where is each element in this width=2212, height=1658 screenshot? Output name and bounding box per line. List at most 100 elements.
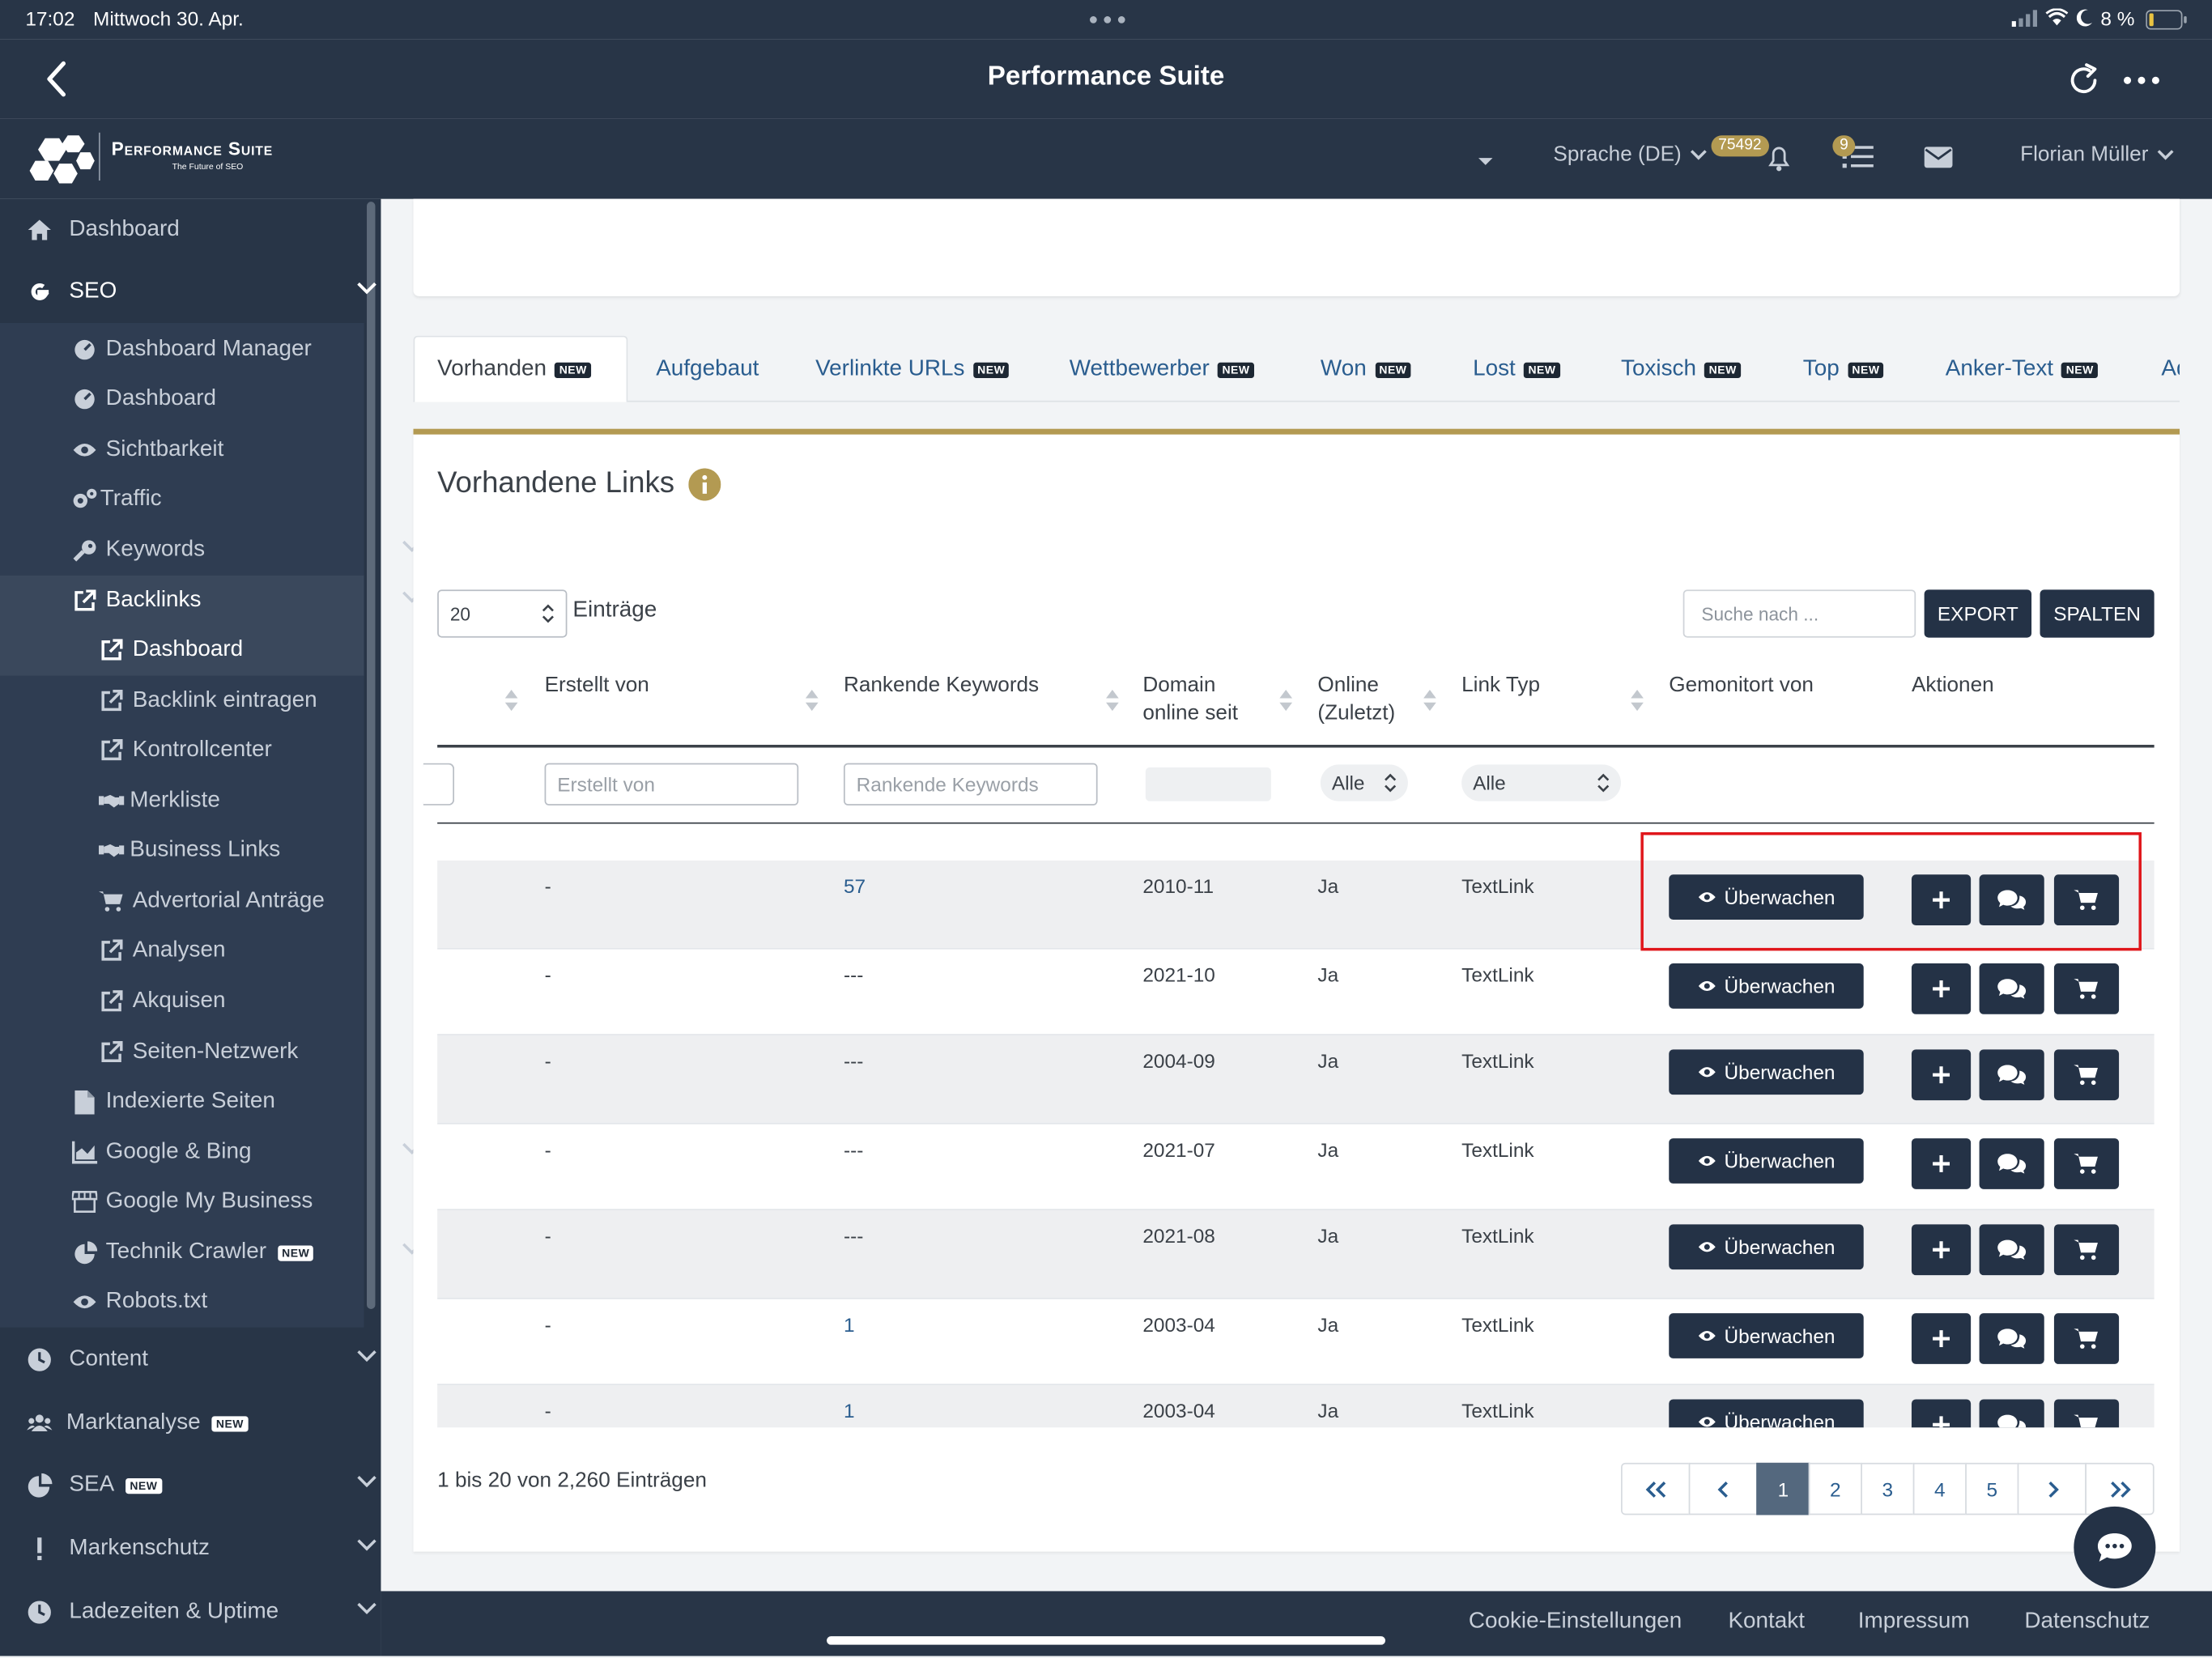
sidebar-item-visibility[interactable]: Sichtbarkeit xyxy=(0,424,436,475)
info-icon[interactable] xyxy=(688,468,721,501)
sort-icon[interactable] xyxy=(805,688,819,712)
prev-page-button[interactable] xyxy=(1688,1462,1759,1516)
first-page-button[interactable] xyxy=(1621,1462,1691,1516)
page-button-1[interactable]: 1 xyxy=(1756,1462,1810,1516)
tab-won[interactable]: Won NEW xyxy=(1321,338,1411,401)
cart-button[interactable] xyxy=(2053,1399,2120,1428)
cart-button[interactable] xyxy=(2053,1138,2120,1189)
reload-icon[interactable] xyxy=(2065,62,2102,99)
sidebar-item-backlinks-dashboard[interactable]: Dashboard xyxy=(0,625,463,676)
filter-rankende-keywords[interactable]: Rankende Keywords xyxy=(843,763,1098,806)
envelope-icon[interactable] xyxy=(1924,147,1953,168)
tab-aufgebaut[interactable]: Aufgebaut xyxy=(656,338,759,401)
sidebar-item-keywords[interactable]: Keywords xyxy=(0,525,436,576)
tab-vorhanden[interactable]: Vorhanden NEW xyxy=(437,338,592,401)
sidebar-item-backlink-eintragen[interactable]: Backlink eintragen xyxy=(0,676,463,727)
clipped-filter-input[interactable] xyxy=(423,763,455,806)
tab-anker-text[interactable]: Anker-Text NEW xyxy=(1946,338,2099,401)
sidebar-item-backlinks[interactable]: Backlinks xyxy=(0,576,436,627)
cell-keywords[interactable]: 57 xyxy=(844,874,866,897)
add-button[interactable] xyxy=(1911,1399,1972,1428)
monitor-button[interactable]: Überwachen xyxy=(1669,1313,1864,1358)
sort-icon[interactable] xyxy=(1423,688,1436,712)
comments-button[interactable] xyxy=(1979,1138,2044,1189)
cart-button[interactable] xyxy=(2053,1313,2120,1364)
tab-ad[interactable]: Ad xyxy=(2161,338,2180,401)
tab-verlinkte-urls[interactable]: Verlinkte URLs NEW xyxy=(815,338,1010,401)
page-size-select[interactable]: 20 xyxy=(437,589,568,638)
sidebar-section-seo[interactable]: SEO xyxy=(0,266,391,317)
cart-button[interactable] xyxy=(2053,1224,2120,1276)
next-page-button[interactable] xyxy=(2017,1462,2087,1516)
monitor-button[interactable]: Überwachen xyxy=(1669,1224,1864,1270)
add-button[interactable] xyxy=(1911,1313,1972,1364)
page-button-3[interactable]: 3 xyxy=(1861,1462,1915,1516)
sort-icon[interactable] xyxy=(1106,688,1119,712)
more-options-icon[interactable] xyxy=(2123,76,2159,84)
cell-keywords[interactable]: 1 xyxy=(844,1399,855,1422)
footer-link-kontakt[interactable]: Kontakt xyxy=(1728,1609,1805,1635)
sidebar-item-seo-dashboard[interactable]: Dashboard xyxy=(0,374,436,425)
monitor-button[interactable]: Überwachen xyxy=(1669,1399,1864,1428)
column-header-domain-online-seit[interactable]: Domain online seit xyxy=(1142,671,1255,728)
column-header-online-zuletzt[interactable]: Online (Zuletzt) xyxy=(1317,671,1416,728)
footer-link-datenschutz[interactable]: Datenschutz xyxy=(2024,1609,2150,1635)
cell-link-type: TextLink xyxy=(1461,874,1534,898)
sidebar-item-dashboard-manager[interactable]: Dashboard Manager xyxy=(0,325,436,376)
add-button[interactable] xyxy=(1911,1049,1972,1101)
sidebar-item-dashboard[interactable]: Dashboard xyxy=(0,205,391,256)
user-menu[interactable]: Florian Müller xyxy=(2020,142,2174,167)
footer-link-cookies[interactable]: Cookie-Einstellungen xyxy=(1469,1609,1682,1635)
tab-toxisch[interactable]: Toxisch NEW xyxy=(1621,338,1742,401)
add-button[interactable] xyxy=(1911,1224,1972,1276)
multitask-dots-icon[interactable] xyxy=(1089,15,1125,23)
sidebar-item-merkliste[interactable]: Merkliste xyxy=(0,776,463,827)
page-button-5[interactable]: 5 xyxy=(1965,1462,2019,1516)
comments-button[interactable] xyxy=(1979,963,2044,1014)
comments-button[interactable] xyxy=(1979,1224,2044,1276)
filter-erstellt-von[interactable]: Erstellt von xyxy=(544,763,799,806)
cell-keywords[interactable]: 1 xyxy=(844,1313,855,1336)
sidebar-item-kontrollcenter[interactable]: Kontrollcenter xyxy=(0,725,463,776)
sort-icon[interactable] xyxy=(504,688,518,712)
sidebar-section-ladezeiten[interactable]: Ladezeiten & Uptime xyxy=(0,1587,391,1638)
monitor-button[interactable]: Überwachen xyxy=(1669,1049,1864,1095)
sidebar-section-sea[interactable]: SEA NEW xyxy=(0,1460,391,1511)
brand-logo-icon[interactable] xyxy=(28,133,99,186)
eye-icon xyxy=(1697,1415,1716,1428)
page-button-4[interactable]: 4 xyxy=(1912,1462,1967,1516)
sidebar-section-markenschutz[interactable]: Markenschutz xyxy=(0,1524,391,1575)
monitor-button[interactable]: Überwachen xyxy=(1669,963,1864,1009)
comments-button[interactable] xyxy=(1979,1313,2044,1364)
comments-button[interactable] xyxy=(1979,1399,2044,1428)
bell-icon[interactable] xyxy=(1766,144,1791,172)
page-button-2[interactable]: 2 xyxy=(1808,1462,1862,1516)
cart-button[interactable] xyxy=(2053,1049,2120,1101)
cart-button[interactable] xyxy=(2053,963,2120,1014)
column-header-erstellt-von[interactable]: Erstellt von xyxy=(545,671,649,699)
comments-button[interactable] xyxy=(1979,1049,2044,1101)
tab-lost[interactable]: Lost NEW xyxy=(1473,338,1560,401)
filter-domain-date[interactable] xyxy=(1145,767,1271,801)
filter-online-select[interactable]: Alle xyxy=(1320,764,1408,801)
sort-icon[interactable] xyxy=(1631,688,1644,712)
monitor-button[interactable]: Überwachen xyxy=(1669,1138,1864,1184)
add-button[interactable] xyxy=(1911,1138,1972,1189)
project-select-caret-icon[interactable] xyxy=(1477,156,1494,168)
column-header-link-typ[interactable]: Link Typ xyxy=(1461,671,1540,699)
sort-icon[interactable] xyxy=(1279,688,1293,712)
chat-button[interactable] xyxy=(2074,1506,2156,1588)
filter-link-typ-select[interactable]: Alle xyxy=(1461,764,1622,801)
sidebar-item-traffic[interactable]: Traffic xyxy=(0,474,436,525)
add-button[interactable] xyxy=(1911,963,1972,1014)
language-select[interactable]: Sprache (DE) xyxy=(1553,142,1707,167)
home-indicator[interactable] xyxy=(827,1636,1386,1645)
export-button[interactable]: EXPORT xyxy=(1924,589,2032,638)
tab-top[interactable]: Top NEW xyxy=(1803,338,1884,401)
column-header-rankende-keywords[interactable]: Rankende Keywords xyxy=(844,671,1039,699)
table-row: - --- 2021-07 Ja TextLink Überwachen xyxy=(437,1122,2155,1210)
tab-wettbewerber[interactable]: Wettbewerber NEW xyxy=(1070,338,1254,401)
footer-link-impressum[interactable]: Impressum xyxy=(1858,1609,1970,1635)
search-input[interactable]: Suche nach ... xyxy=(1682,589,1916,638)
columns-button[interactable]: SPALTEN xyxy=(2040,589,2155,638)
